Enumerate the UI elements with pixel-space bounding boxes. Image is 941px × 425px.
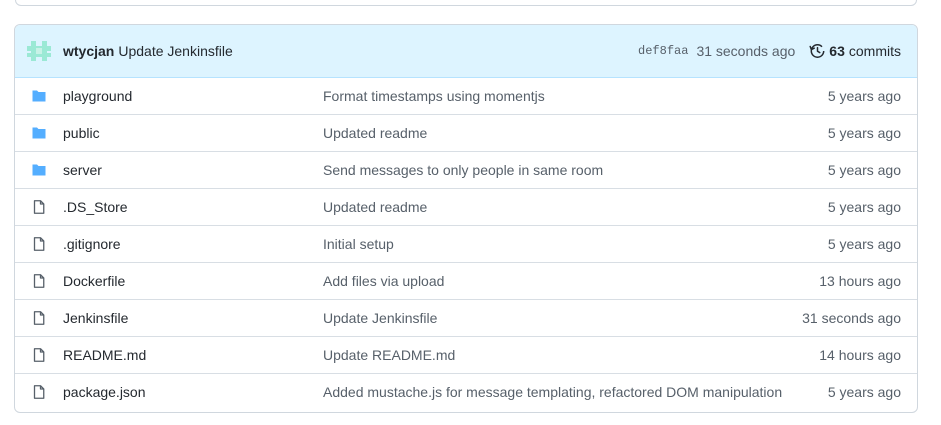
- file-commit-message-link[interactable]: Format timestamps using momentjs: [323, 88, 545, 104]
- file-commit-age: 5 years ago: [827, 88, 901, 104]
- file-commit-age: 14 hours ago: [819, 347, 901, 363]
- commit-count: 63: [829, 43, 845, 59]
- history-icon: [809, 44, 825, 58]
- file-commit-message-link[interactable]: Add files via upload: [323, 273, 444, 289]
- file-name-link[interactable]: .DS_Store: [63, 199, 128, 215]
- file-name-link[interactable]: package.json: [63, 384, 146, 400]
- file-commit-message-link[interactable]: Updated readme: [323, 199, 427, 215]
- commits-history-link[interactable]: 63 commits: [809, 43, 901, 59]
- folder-icon: [31, 162, 47, 178]
- file-row[interactable]: Jenkinsfile Update Jenkinsfile 31 seconds …: [15, 299, 917, 336]
- file-name-link[interactable]: Dockerfile: [63, 273, 125, 289]
- author-avatar[interactable]: [27, 39, 51, 63]
- file-name-link[interactable]: playground: [63, 88, 132, 104]
- file-name-link[interactable]: server: [63, 162, 102, 178]
- file-row[interactable]: package.json Added mustache.js for messag…: [15, 373, 917, 410]
- file-commit-message-link[interactable]: Added mustache.js for message templating…: [323, 384, 782, 400]
- file-icon: [31, 310, 47, 326]
- file-row[interactable]: playground Format timestamps using moment…: [15, 78, 917, 114]
- file-commit-message-link[interactable]: Update Jenkinsfile: [323, 310, 437, 326]
- commit-meta: def8faa 31 seconds ago 63 commits: [638, 43, 901, 59]
- file-row[interactable]: Dockerfile Add files via upload 13 hours a…: [15, 262, 917, 299]
- file-row[interactable]: public Updated readme 5 years ago: [15, 114, 917, 151]
- file-name-link[interactable]: public: [63, 125, 100, 141]
- file-commit-message-link[interactable]: Update README.md: [323, 347, 455, 363]
- file-browser: wtycjan Update Jenkinsfile def8faa 31 se…: [14, 24, 918, 413]
- file-commit-age: 31 seconds ago: [802, 310, 901, 326]
- commit-message-link[interactable]: Update Jenkinsfile: [118, 43, 232, 59]
- file-name-link[interactable]: README.md: [63, 347, 146, 363]
- previous-panel-border: [15, 0, 917, 6]
- file-commit-age: 5 years ago: [827, 162, 901, 178]
- commit-sha-link[interactable]: def8faa: [638, 44, 688, 58]
- file-icon: [31, 384, 47, 400]
- file-name-link[interactable]: Jenkinsfile: [63, 310, 128, 326]
- file-list: playground Format timestamps using moment…: [15, 78, 917, 410]
- file-commit-age: 5 years ago: [827, 199, 901, 215]
- file-commit-age: 5 years ago: [827, 125, 901, 141]
- commit-time: 31 seconds ago: [696, 43, 796, 59]
- file-icon: [31, 236, 47, 252]
- file-name-link[interactable]: .gitignore: [63, 236, 121, 252]
- file-commit-age: 5 years ago: [827, 236, 901, 252]
- file-commit-message-link[interactable]: Send messages to only people in same roo…: [323, 162, 603, 178]
- file-row[interactable]: README.md Update README.md 14 hours ago: [15, 336, 917, 373]
- file-commit-message-link[interactable]: Updated readme: [323, 125, 427, 141]
- folder-icon: [31, 125, 47, 141]
- file-icon: [31, 347, 47, 363]
- file-row[interactable]: .gitignore Initial setup 5 years ago: [15, 225, 917, 262]
- file-commit-age: 5 years ago: [827, 384, 901, 400]
- file-row[interactable]: .DS_Store Updated readme 5 years ago: [15, 188, 917, 225]
- file-icon: [31, 273, 47, 289]
- file-icon: [31, 199, 47, 215]
- commit-author-link[interactable]: wtycjan: [63, 43, 114, 59]
- latest-commit-bar: wtycjan Update Jenkinsfile def8faa 31 se…: [15, 25, 917, 78]
- file-row[interactable]: server Send messages to only people in sa…: [15, 151, 917, 188]
- folder-icon: [31, 88, 47, 104]
- file-commit-age: 13 hours ago: [819, 273, 901, 289]
- file-commit-message-link[interactable]: Initial setup: [323, 236, 394, 252]
- commits-label: commits: [848, 43, 901, 59]
